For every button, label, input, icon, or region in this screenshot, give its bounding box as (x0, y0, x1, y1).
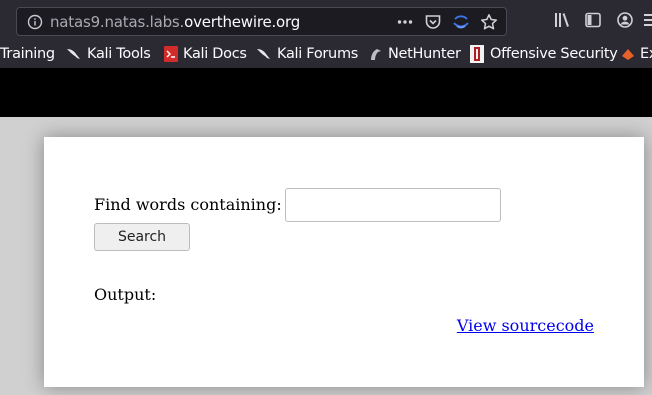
extension-icon[interactable] (452, 13, 470, 31)
bookmark-label: Training (0, 46, 55, 62)
search-input[interactable] (285, 188, 501, 222)
output-label: Output: (94, 285, 157, 304)
bookmark-training[interactable]: Training (0, 44, 55, 64)
bookmark-offensive-security[interactable]: Offensive Security (469, 44, 618, 64)
bookmark-star-icon[interactable] (480, 13, 498, 31)
bookmark-label: Offensive Security (490, 46, 618, 62)
page-header-band (0, 68, 652, 117)
exploit-db-icon (622, 49, 634, 60)
bookmark-kali-tools[interactable]: Kali Tools (66, 44, 151, 64)
bookmark-label: NetHunter (388, 46, 461, 62)
bookmark-exploit-db[interactable]: Ex (621, 44, 652, 64)
bookmark-label: Ex (640, 46, 652, 62)
search-button[interactable]: Search (94, 223, 190, 251)
browser-toolbar: natas9.natas.labs.overthewire.org (0, 0, 652, 40)
url-text[interactable]: natas9.natas.labs.overthewire.org (50, 13, 300, 31)
nethunter-icon (371, 49, 381, 60)
library-icon[interactable] (553, 11, 571, 29)
bookmark-kali-docs[interactable]: Kali Docs (164, 44, 247, 64)
menu-icon[interactable] (644, 11, 652, 29)
view-sourcecode-link[interactable]: View sourcecode (457, 316, 594, 335)
url-prefix: natas9.natas.labs. (50, 13, 185, 31)
bookmarks-bar: Training Kali Tools Kali Docs Kali Forum… (0, 40, 652, 68)
account-icon[interactable] (616, 11, 634, 29)
pocket-icon[interactable] (424, 13, 442, 31)
bookmark-kali-forums[interactable]: Kali Forums (256, 44, 358, 64)
content-panel: Find words containing: Search Output: Vi… (44, 137, 644, 387)
bookmark-label: Kali Docs (183, 46, 247, 62)
page-actions-icon[interactable] (396, 13, 414, 31)
url-bar[interactable]: natas9.natas.labs.overthewire.org (16, 7, 507, 36)
kali-dragon-icon (257, 49, 270, 59)
offsec-icon (470, 45, 484, 63)
site-info-icon[interactable] (27, 14, 43, 30)
bookmark-nethunter[interactable]: NetHunter (369, 44, 461, 64)
kali-dragon-icon (67, 49, 80, 59)
kali-docs-icon (164, 46, 178, 62)
url-host: overthewire.org (184, 13, 301, 31)
find-words-label: Find words containing: (94, 195, 282, 214)
bookmark-label: Kali Forums (277, 46, 359, 62)
bookmark-label: Kali Tools (87, 46, 151, 62)
sidebar-icon[interactable] (584, 11, 602, 29)
